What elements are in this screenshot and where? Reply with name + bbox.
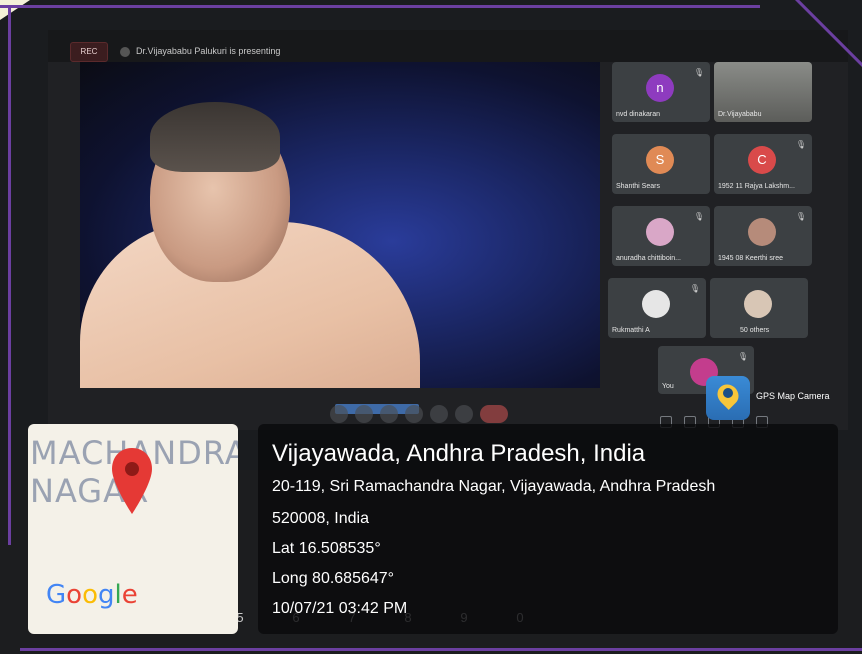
- gps-city: Vijayawada, Andhra Pradesh, India: [272, 440, 646, 467]
- main-video-stream[interactable]: [80, 62, 600, 388]
- gps-address-line-1: 20-119, Sri Ramachandra Nagar, Vijayawad…: [272, 478, 716, 495]
- participant-tile[interactable]: 🎙 1945 08 Keerthi sree: [714, 206, 812, 266]
- presenting-banner: Dr.Vijayababu Palukuri is presenting: [120, 42, 280, 60]
- participant-name: Dr.Vijayababu: [718, 111, 762, 118]
- gps-app-name: GPS Map Camera: [756, 391, 830, 401]
- camera-lens-icon: [723, 388, 733, 398]
- participant-avatar: C: [748, 146, 776, 174]
- gps-info-panel: Vijayawada, Andhra Pradesh, India 20-119…: [258, 424, 838, 634]
- presenting-text: Dr.Vijayababu Palukuri is presenting: [136, 46, 281, 56]
- camera-button[interactable]: [355, 405, 373, 423]
- frame-border-top: [0, 5, 760, 8]
- gps-datetime: 10/07/21 03:42 PM: [272, 600, 408, 617]
- participant-name: 50 others: [740, 327, 770, 334]
- leave-call-button[interactable]: [480, 405, 508, 423]
- participant-tile[interactable]: S Shanthi Sears: [612, 134, 710, 194]
- photo-stage: REC Dr.Vijayababu Palukuri is presenting…: [0, 0, 862, 654]
- self-name: You: [662, 383, 674, 390]
- participant-avatar: S: [646, 146, 674, 174]
- raise-hand-button[interactable]: [455, 405, 473, 423]
- location-pin-icon: [112, 448, 152, 514]
- gps-longitude: Long 80.685647°: [272, 570, 395, 587]
- presenter-avatar: [120, 46, 130, 57]
- mic-button[interactable]: [330, 405, 348, 423]
- participant-tile[interactable]: n 🎙 nvd dinakaran: [612, 62, 710, 122]
- participant-name: Shanthi Sears: [616, 183, 660, 190]
- participant-avatar: [642, 290, 670, 318]
- gps-map-camera-logo: [706, 376, 750, 420]
- present-button[interactable]: [405, 405, 423, 423]
- participant-tile[interactable]: C 🎙 1952 11 Rajya Lakshm...: [714, 134, 812, 194]
- mic-off-icon: 🎙: [693, 68, 704, 77]
- mic-off-icon: 🎙: [693, 212, 704, 221]
- participant-name: 1952 11 Rajya Lakshm...: [718, 183, 795, 190]
- more-options-button[interactable]: [430, 405, 448, 423]
- google-logo: Google: [46, 580, 138, 610]
- participant-avatar: [646, 218, 674, 246]
- participant-name: anuradha chittiboin...: [616, 255, 681, 262]
- participant-avatar: [744, 290, 772, 318]
- participant-tile[interactable]: 🎙 Rukmatthi A: [608, 278, 706, 338]
- mic-off-icon: 🎙: [737, 352, 748, 361]
- participant-name: nvd dinakaran: [616, 111, 660, 118]
- participant-tile[interactable]: 🎙 anuradha chittiboin...: [612, 206, 710, 266]
- mic-off-icon: 🎙: [689, 284, 700, 293]
- gps-address-line-2: 520008, India: [272, 510, 369, 527]
- mic-off-icon: 🎙: [795, 140, 806, 149]
- participant-avatar: [748, 218, 776, 246]
- participant-name: 1945 08 Keerthi sree: [718, 255, 783, 262]
- participant-tile[interactable]: Dr.Vijayababu: [714, 62, 812, 122]
- recording-badge: REC: [70, 42, 108, 62]
- frame-border-bottom: [20, 648, 862, 651]
- presenter-hair: [150, 102, 280, 172]
- participant-avatar: n: [646, 74, 674, 102]
- mic-off-icon: 🎙: [795, 212, 806, 221]
- captions-button[interactable]: [380, 405, 398, 423]
- participant-name: Rukmatthi A: [612, 327, 650, 334]
- participant-tile[interactable]: 50 others: [710, 278, 808, 338]
- map-thumbnail: MACHANDRA NAGAR Google: [28, 424, 238, 634]
- frame-border-left: [8, 5, 11, 545]
- gps-latitude: Lat 16.508535°: [272, 540, 381, 557]
